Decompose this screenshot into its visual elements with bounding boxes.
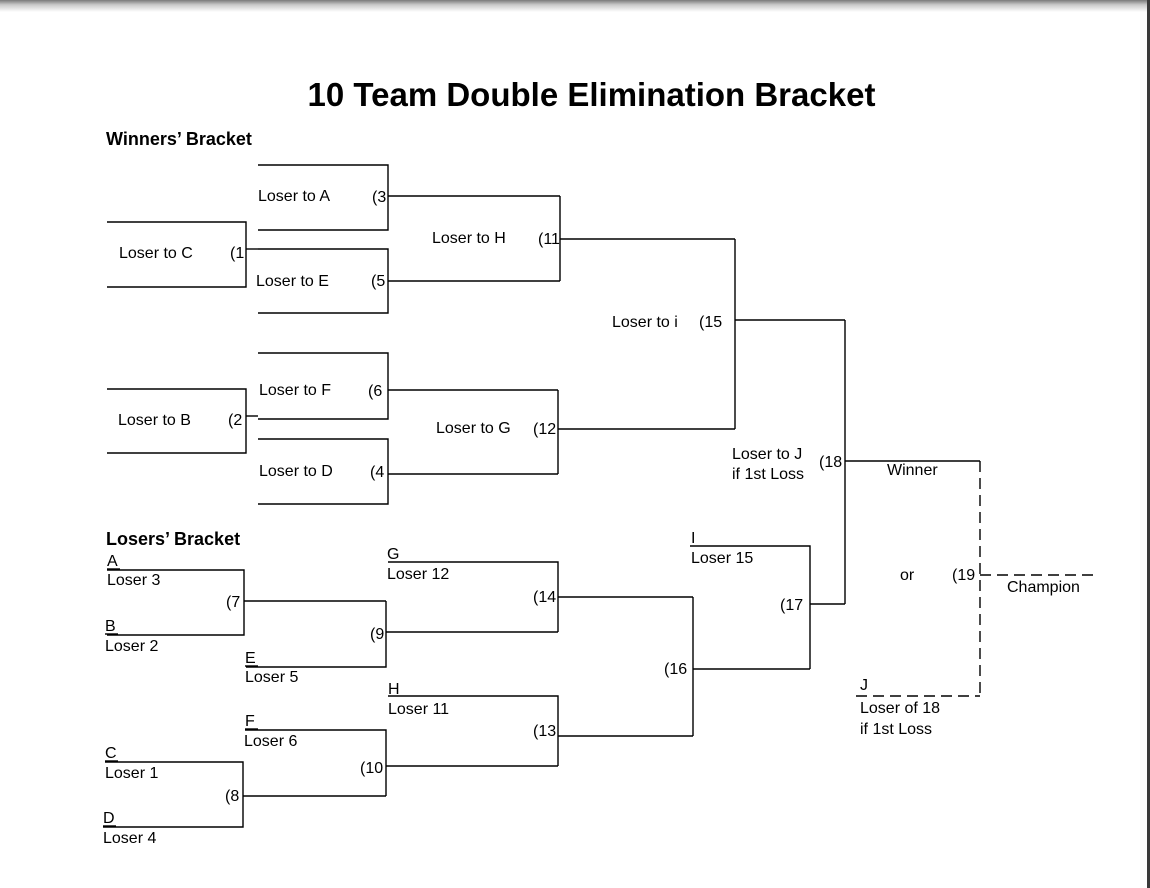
slot-a-text: Loser 3	[107, 572, 161, 589]
slot-d-letter: D	[103, 810, 115, 827]
slot-i-letter: I	[691, 530, 696, 547]
slot-j-text: Loser of 18	[860, 700, 941, 717]
slot-c-letter: C	[105, 745, 117, 762]
slot-j-letter: J	[860, 677, 868, 694]
game-number-9: (9	[370, 626, 385, 643]
label-loser-to-g: Loser to G	[436, 420, 511, 437]
slot-g-text: Loser 12	[387, 566, 450, 583]
game-number-2: (2	[228, 412, 243, 429]
label-or: or	[900, 567, 915, 584]
slot-a-letter: A	[107, 553, 118, 570]
slot-h-text: Loser 11	[388, 701, 450, 718]
label-loser-to-d: Loser to D	[259, 463, 333, 480]
game-9-bracket	[246, 601, 387, 668]
slot-j-note: if 1st Loss	[860, 721, 933, 738]
game-number-1: (1	[230, 245, 245, 262]
label-loser-to-a: Loser to A	[258, 188, 331, 205]
game-number-19: (19	[952, 567, 976, 584]
slot-e-text: Loser 5	[245, 669, 299, 686]
label-winner: Winner	[887, 462, 938, 479]
slot-d-text: Loser 4	[103, 830, 157, 847]
game-number-10: (10	[360, 760, 384, 777]
game-number-13: (13	[533, 723, 557, 740]
game-number-7: (7	[226, 594, 241, 611]
label-loser-to-f: Loser to F	[259, 382, 332, 399]
label-champion: Champion	[1007, 579, 1080, 596]
game-number-3: (3	[372, 189, 387, 206]
bracket-lines	[103, 164, 1098, 828]
label-loser-to-h: Loser to H	[432, 230, 506, 247]
game-number-8: (8	[225, 788, 240, 805]
game-number-17: (17	[780, 597, 804, 614]
slot-c-text: Loser 1	[105, 765, 159, 782]
game-number-18: (18	[819, 454, 843, 471]
slot-i-text: Loser 15	[691, 550, 754, 567]
label-loser-to-e: Loser to E	[256, 273, 329, 290]
game-number-4: (4	[370, 464, 385, 481]
label-loser-to-b: Loser to B	[118, 412, 191, 429]
label-loser-to-j-note: if 1st Loss	[732, 466, 805, 483]
label-loser-to-j: Loser to J	[732, 446, 803, 463]
slot-g-letter: G	[387, 546, 400, 563]
game-number-16: (16	[664, 661, 688, 678]
game-number-12: (12	[533, 421, 557, 438]
game-number-15: (15	[699, 314, 723, 331]
slot-f-text: Loser 6	[244, 733, 298, 750]
slot-b-text: Loser 2	[105, 638, 159, 655]
slot-f-letter: F	[245, 713, 255, 730]
game-number-5: (5	[371, 273, 386, 290]
slot-h-letter: H	[388, 681, 400, 698]
game-number-14: (14	[533, 589, 557, 606]
game-number-6: (6	[368, 383, 383, 400]
label-loser-to-i: Loser to i	[612, 314, 678, 331]
game-number-11: (11	[538, 231, 560, 248]
label-loser-to-c: Loser to C	[119, 245, 193, 262]
slot-b-letter: B	[105, 618, 116, 635]
slot-e-letter: E	[245, 650, 256, 667]
